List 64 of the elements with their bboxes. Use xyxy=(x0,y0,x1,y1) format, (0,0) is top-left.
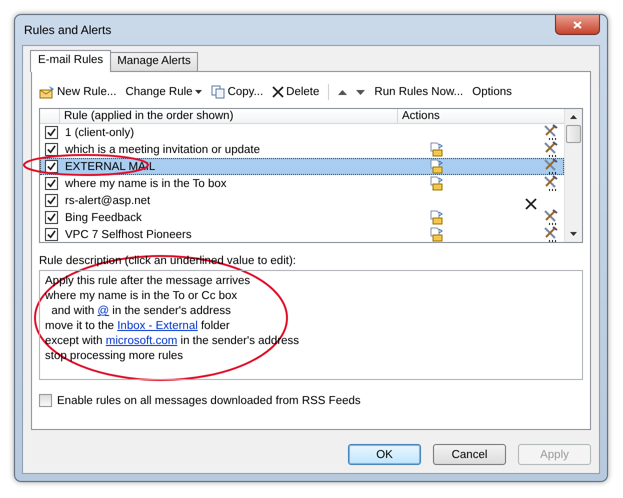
move-up-icon[interactable] xyxy=(338,90,348,94)
rule-name: where my name is in the To box xyxy=(64,178,228,190)
window-title: Rules and Alerts xyxy=(23,23,112,37)
rule-name: VPC 7 Selfhost Pioneers xyxy=(64,228,193,240)
tools-icon xyxy=(543,175,559,191)
checkbox-label: Enable rules on all messages downloaded from RSS Feeds xyxy=(57,394,361,406)
checkbox[interactable] xyxy=(45,126,58,139)
column-header[interactable]: Actions xyxy=(398,109,444,123)
description-line: move it to the Inbox - External folder xyxy=(45,319,231,334)
tools-icon xyxy=(543,158,559,174)
description-line: where my name is in the To or Cc box xyxy=(45,289,238,304)
folder-move-icon xyxy=(430,142,444,157)
rule-row[interactable]: VPC 7 Selfhost Pioneers xyxy=(40,226,564,243)
rule-row[interactable]: rs-alert@asp.net xyxy=(40,192,564,209)
copy-icon xyxy=(210,85,226,99)
rule-row[interactable]: Bing Feedback xyxy=(40,209,564,226)
tab[interactable]: Manage Alerts xyxy=(110,52,198,72)
checkbox[interactable] xyxy=(45,177,58,190)
close-button[interactable] xyxy=(555,15,600,35)
rule-row[interactable]: which is a meeting invitation or update xyxy=(40,141,564,158)
new-rule-button[interactable]: New Rule... xyxy=(39,85,116,99)
checkbox[interactable] xyxy=(45,228,58,241)
tools-icon xyxy=(543,124,559,140)
value-link[interactable]: Inbox - External xyxy=(117,320,198,332)
value-link[interactable]: microsoft.com xyxy=(106,335,178,347)
folder-move-icon xyxy=(430,159,444,174)
delete-button[interactable]: Delete xyxy=(272,86,320,98)
folder-move-icon xyxy=(430,176,444,191)
toolbar-button[interactable]: Options xyxy=(472,86,512,98)
description-line: and with @ in the sender's address xyxy=(50,304,232,319)
tools-icon xyxy=(543,226,559,242)
tools-icon xyxy=(543,141,559,157)
checkbox[interactable] xyxy=(39,394,52,407)
delete-icon xyxy=(525,198,537,210)
envelope-icon xyxy=(39,85,55,99)
tools-icon xyxy=(543,209,559,225)
scroll-down-icon[interactable] xyxy=(570,232,577,236)
tab[interactable]: E-mail Rules xyxy=(30,50,112,72)
rule-row[interactable]: where my name is in the To box xyxy=(40,175,564,192)
rule-name: 1 (client-only) xyxy=(64,126,136,138)
copy-button[interactable]: Copy... xyxy=(210,85,264,99)
caret-icon xyxy=(194,90,202,94)
rule-row[interactable]: 1 (client-only) xyxy=(40,124,564,141)
scroll-up-icon[interactable] xyxy=(570,115,577,119)
scrollbar[interactable] xyxy=(564,109,582,242)
folder-move-icon xyxy=(430,227,444,242)
scroll-thumb[interactable] xyxy=(566,125,581,143)
checkbox[interactable] xyxy=(45,143,58,156)
dialog-button[interactable]: OK xyxy=(348,444,421,465)
column-header[interactable]: Rule (applied in the order shown) xyxy=(60,109,398,123)
rule-name: which is a meeting invitation or update xyxy=(64,144,261,156)
value-link[interactable]: @ xyxy=(97,305,110,317)
delete-icon xyxy=(272,86,284,98)
dialog-button[interactable]: Cancel xyxy=(433,444,506,465)
folder-move-icon xyxy=(430,210,444,225)
rule-name: rs-alert@asp.net xyxy=(64,194,152,206)
rule-name: Bing Feedback xyxy=(64,212,143,224)
checkbox[interactable] xyxy=(45,194,58,207)
checkbox[interactable] xyxy=(45,211,58,224)
move-down-icon[interactable] xyxy=(356,90,366,94)
toolbar-button[interactable]: Run Rules Now... xyxy=(374,86,464,98)
checkbox[interactable] xyxy=(45,160,58,173)
close-icon xyxy=(573,20,582,28)
change-rule-button[interactable]: Change Rule xyxy=(125,86,202,98)
